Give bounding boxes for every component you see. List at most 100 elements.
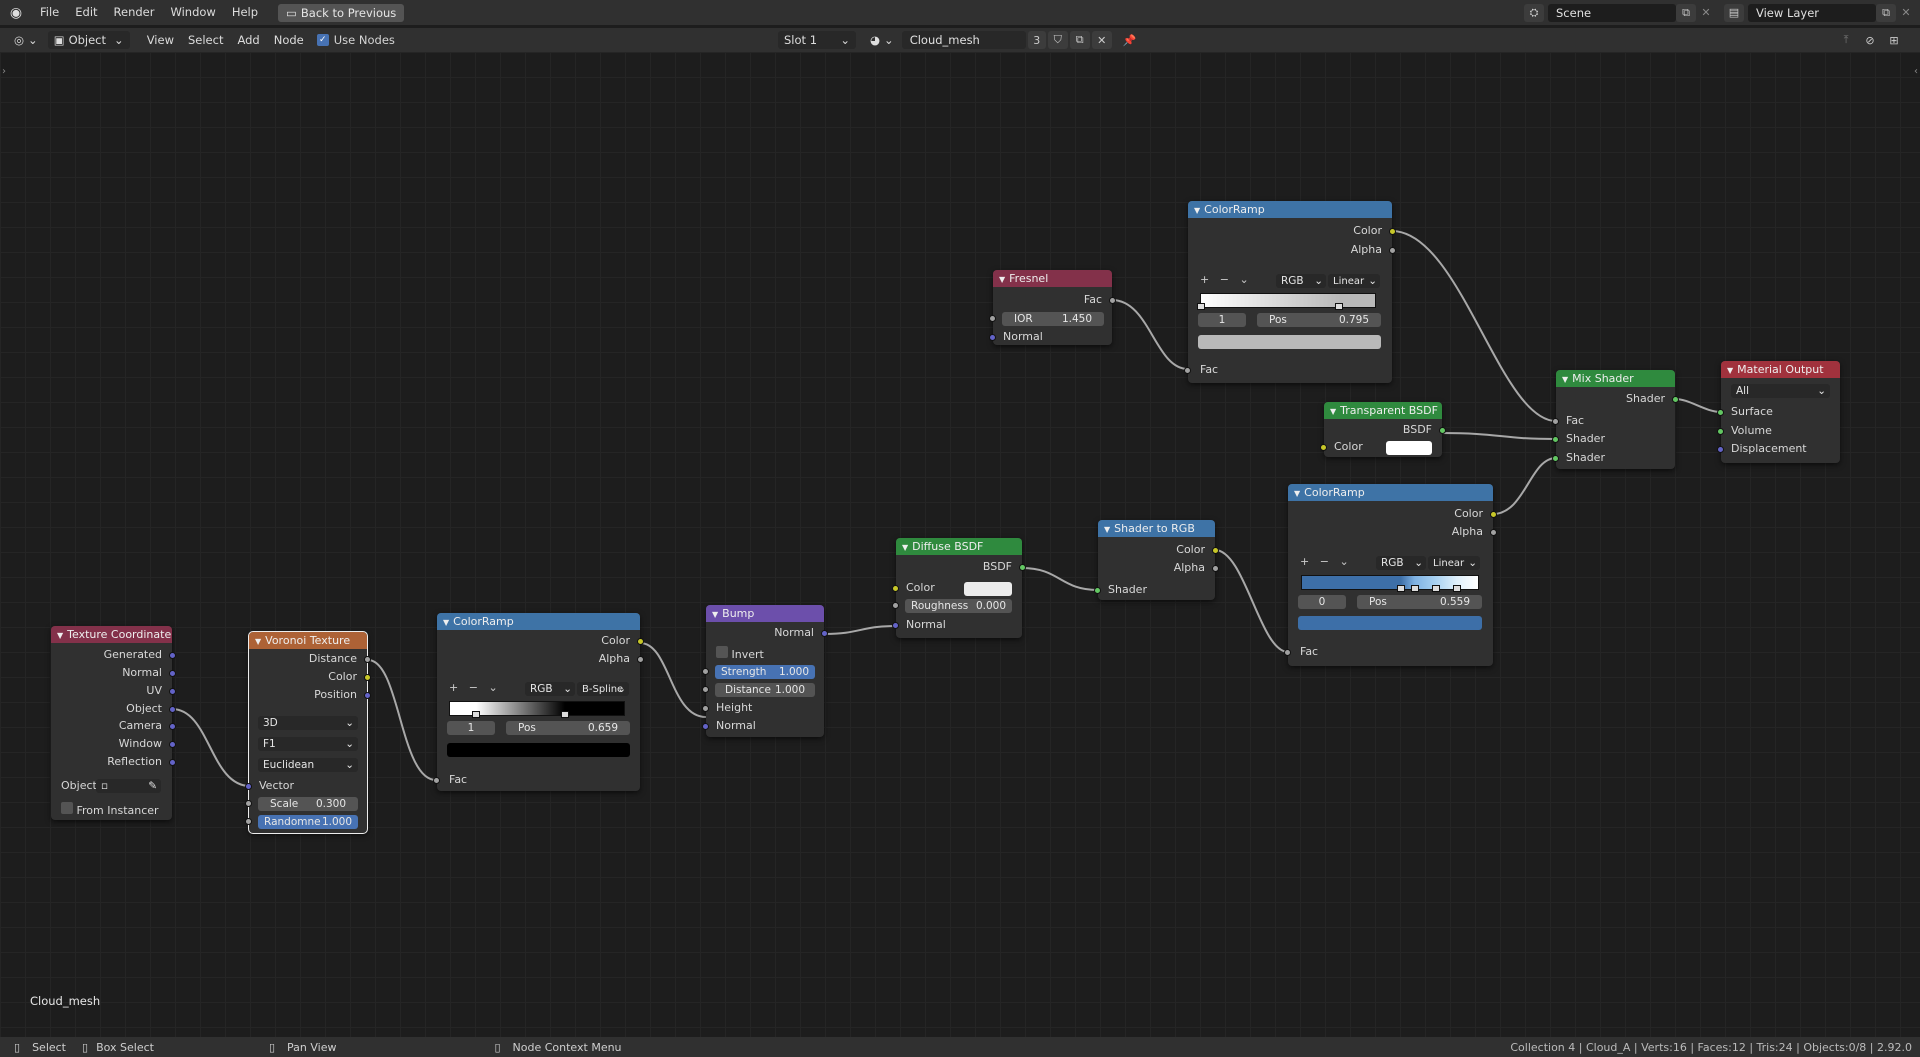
close-view-layer-icon[interactable]: ✕ (1896, 4, 1916, 22)
view-layer-field[interactable]: View Layer (1748, 3, 1876, 22)
view-layer-icon[interactable]: ▤ (1724, 3, 1744, 22)
editor-type-dropdown[interactable]: ◎ ⌄ (8, 31, 44, 49)
socket[interactable] (364, 674, 371, 681)
fake-user-shield-icon[interactable]: ⛉ (1047, 31, 1068, 49)
socket[interactable] (1019, 564, 1026, 571)
strength-field[interactable]: Strength 1.000 (715, 665, 815, 679)
stop-color-swatch[interactable] (447, 743, 630, 757)
ramp-stop-marker[interactable] (560, 711, 569, 718)
collapse-arrow-icon[interactable]: ▼ (1194, 206, 1200, 215)
distance-field[interactable]: Distance 1.000 (715, 683, 815, 697)
node-mix-shader[interactable]: ▼ Mix Shader Shader Fac Shader Shader (1552, 370, 1679, 469)
target-dropdown[interactable]: All ⌄ (1731, 384, 1830, 398)
socket[interactable] (989, 334, 996, 341)
socket[interactable] (245, 800, 252, 807)
unlink-material-icon[interactable]: ✕ (1091, 31, 1112, 49)
socket[interactable] (169, 706, 176, 713)
socket[interactable] (1552, 418, 1559, 425)
collapse-arrow-icon[interactable]: ▼ (443, 618, 449, 627)
roughness-field[interactable]: Roughness 0.000 (905, 599, 1012, 613)
node-bump[interactable]: ▼ Bump Normal Invert Strength 1.000 Distan… (702, 605, 828, 737)
invert-checkbox[interactable]: Invert (716, 646, 764, 662)
interpolation-dropdown[interactable]: Linear ⌄ (1428, 556, 1480, 570)
slot-dropdown[interactable]: Slot 1 ⌄ (778, 31, 856, 49)
collapse-arrow-icon[interactable]: ▼ (1330, 407, 1336, 416)
socket[interactable] (433, 777, 440, 784)
socket[interactable] (821, 630, 828, 637)
sidebar-expand-arrow-icon[interactable]: ‹ (1914, 66, 1918, 77)
socket[interactable] (1320, 444, 1327, 451)
color-ramp-bar[interactable] (1197, 293, 1376, 310)
socket[interactable] (1439, 427, 1446, 434)
socket[interactable] (702, 723, 709, 730)
eyedropper-icon[interactable]: ✎ (148, 779, 157, 793)
socket[interactable] (169, 741, 176, 748)
toolbar-expand-arrow-icon[interactable]: › (2, 66, 6, 77)
use-nodes-checkbox[interactable]: ✓ Use Nodes (316, 33, 395, 47)
socket[interactable] (1284, 649, 1291, 656)
dimensions-dropdown[interactable]: 3D ⌄ (258, 716, 358, 730)
socket[interactable] (892, 622, 899, 629)
feature-dropdown[interactable]: F1 ⌄ (258, 737, 358, 751)
color-swatch[interactable] (964, 582, 1012, 596)
color-swatch[interactable] (1386, 441, 1432, 455)
socket[interactable] (169, 652, 176, 659)
ramp-stop-marker[interactable] (1396, 585, 1405, 592)
stop-index-field[interactable]: 1 (1198, 313, 1246, 327)
socket[interactable] (1672, 396, 1679, 403)
collapse-arrow-icon[interactable]: ▼ (1562, 375, 1568, 384)
parent-node-tree-icon[interactable]: ⤒ (1836, 31, 1856, 49)
collapse-arrow-icon[interactable]: ▼ (712, 610, 718, 619)
menu-select[interactable]: Select (181, 33, 230, 47)
socket[interactable] (989, 315, 996, 322)
socket[interactable] (169, 670, 176, 677)
ramp-stop-marker[interactable] (1452, 585, 1461, 592)
collapse-arrow-icon[interactable]: ▼ (255, 637, 261, 646)
node-transparent-bsdf[interactable]: ▼ Transparent BSDF BSDF Color (1320, 402, 1446, 457)
socket[interactable] (1717, 409, 1724, 416)
blender-logo-icon[interactable]: ◉ (0, 0, 32, 25)
socket[interactable] (637, 638, 644, 645)
node-material-output[interactable]: ▼ Material Output All ⌄ Surface Volume Dis… (1717, 361, 1840, 463)
interpolation-dropdown[interactable]: Linear ⌄ (1328, 274, 1380, 288)
stop-position-field[interactable]: Pos 0.659 (506, 721, 630, 735)
color-ramp-bar[interactable] (449, 701, 625, 718)
node-texture-coordinate[interactable]: ▼ Texture Coordinate Generated Normal UV … (51, 626, 176, 820)
new-scene-icon[interactable]: ⧉ (1676, 3, 1696, 22)
socket[interactable] (1717, 428, 1724, 435)
stop-color-swatch[interactable] (1298, 616, 1482, 630)
socket[interactable] (702, 686, 709, 693)
socket[interactable] (1212, 565, 1219, 572)
stop-color-swatch[interactable] (1198, 335, 1381, 349)
remove-stop-icon[interactable]: − (469, 681, 478, 694)
node-colorramp-3[interactable]: ▼ ColorRamp Color Alpha + − ⌄ RGB ⌄ Linear… (1284, 484, 1497, 666)
socket[interactable] (169, 723, 176, 730)
chevron-down-icon[interactable]: ⌄ (1239, 273, 1248, 286)
node-voronoi-texture[interactable]: ▼ Voronoi Texture Distance Color Position… (245, 631, 371, 834)
collapse-arrow-icon[interactable]: ▼ (1104, 525, 1110, 534)
socket[interactable] (169, 759, 176, 766)
node-shader-to-rgb[interactable]: ▼ Shader to RGB Color Alpha Shader (1094, 520, 1219, 600)
remove-stop-icon[interactable]: − (1320, 555, 1329, 568)
color-mode-dropdown[interactable]: RGB ⌄ (1276, 274, 1326, 288)
color-mode-dropdown[interactable]: RGB ⌄ (525, 682, 575, 696)
add-stop-icon[interactable]: + (449, 681, 458, 694)
scene-name-field[interactable]: Scene (1548, 3, 1676, 22)
menu-view[interactable]: View (140, 33, 181, 47)
ramp-stop-marker[interactable] (1335, 303, 1344, 310)
snap-mode-icon[interactable]: ⊞ (1884, 31, 1904, 49)
socket[interactable] (245, 783, 252, 790)
node-colorramp-2[interactable]: ▼ ColorRamp Color Alpha + − ⌄ RGB ⌄ Linear… (1184, 201, 1396, 383)
chevron-down-icon[interactable]: ⌄ (1339, 555, 1348, 568)
ior-field[interactable]: IOR 1.450 (1002, 312, 1104, 326)
stop-position-field[interactable]: Pos 0.795 (1257, 313, 1381, 327)
ramp-stop-marker[interactable] (1197, 303, 1205, 310)
socket[interactable] (637, 656, 644, 663)
socket[interactable] (892, 585, 899, 592)
close-scene-icon[interactable]: ✕ (1696, 4, 1716, 22)
interpolation-dropdown[interactable]: B-Spline ⌄ (577, 682, 629, 696)
socket[interactable] (169, 688, 176, 695)
socket[interactable] (702, 705, 709, 712)
collapse-arrow-icon[interactable]: ▼ (57, 631, 63, 640)
back-to-previous-button[interactable]: ▭ Back to Previous (278, 3, 405, 22)
